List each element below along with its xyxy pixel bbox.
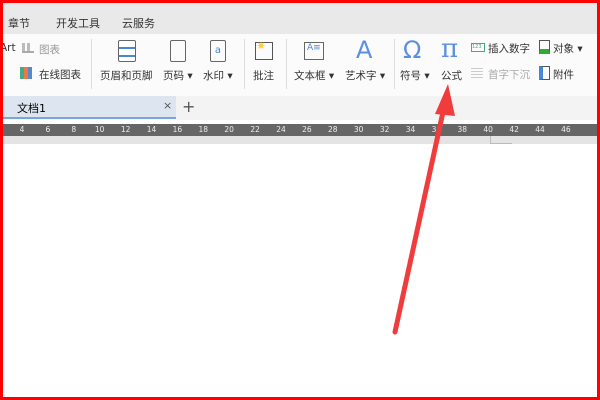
red-arrow [392, 84, 455, 335]
